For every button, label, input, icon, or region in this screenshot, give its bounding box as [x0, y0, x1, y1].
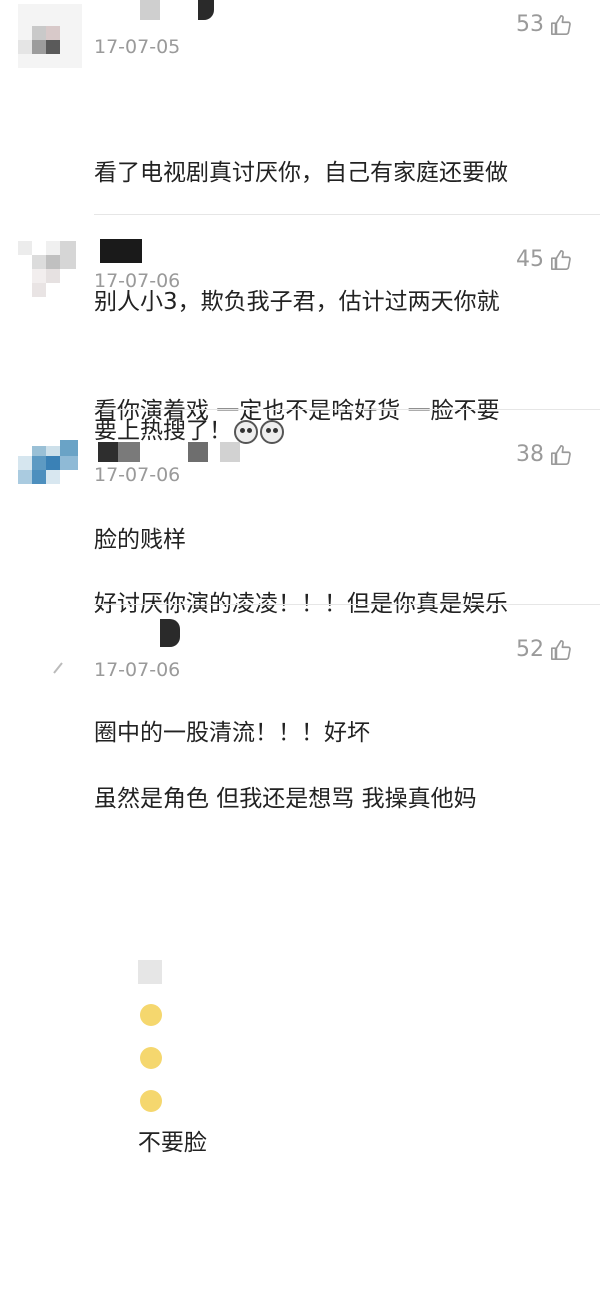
comment-text-line: 虽然是角色 但我还是想骂 我操真他妈 — [94, 786, 477, 812]
like-count: 45 — [516, 247, 544, 272]
like-button[interactable]: 53 — [516, 12, 572, 37]
emoji-icon — [139, 1046, 162, 1069]
username-redacted[interactable] — [98, 442, 118, 462]
comment-item: 17-07-06 38 好讨厌你演的凌凌！！！但是你真是娱乐 圈中的一股清流！！… — [0, 410, 600, 746]
comment-date: 17-07-06 — [94, 270, 181, 292]
comment-item: 17-07-06 45 看你演着戏 一定也不是啥好货 一脸不要 脸的贱样 — [0, 215, 600, 553]
thumbs-up-icon — [550, 444, 572, 466]
like-count: 38 — [516, 442, 544, 467]
username-redacted-part — [220, 442, 240, 462]
like-button[interactable]: 45 — [516, 247, 572, 272]
user-avatar[interactable] — [18, 434, 82, 498]
thumbs-up-icon — [550, 14, 572, 36]
like-count: 53 — [516, 12, 544, 37]
like-button[interactable]: 52 — [516, 637, 572, 662]
thumbs-up-icon — [550, 639, 572, 661]
comment-text-line: 看了电视剧真讨厌你，自己有家庭还要做 — [94, 160, 508, 186]
comment-date: 17-07-06 — [94, 464, 181, 486]
user-avatar[interactable] — [18, 241, 82, 305]
comment-date: 17-07-06 — [94, 659, 181, 681]
username-redacted[interactable] — [140, 0, 160, 20]
like-count: 52 — [516, 637, 544, 662]
comment-text: 虽然是角色 但我还是想骂 我操真他妈 不要脸 — [94, 692, 584, 1294]
user-avatar[interactable] — [18, 639, 82, 703]
like-button[interactable]: 38 — [516, 442, 572, 467]
user-avatar[interactable] — [18, 4, 82, 68]
avatar-sketch-icon — [53, 662, 63, 674]
comment-item: 17-07-06 52 虽然是角色 但我还是想骂 我操真他妈 不要脸 — [0, 605, 600, 1156]
thumbs-up-icon — [550, 249, 572, 271]
username-redacted[interactable] — [100, 239, 142, 263]
comment-date: 17-07-05 — [94, 36, 181, 58]
emoji-icon — [139, 1089, 162, 1112]
emoji-icon — [139, 1003, 162, 1026]
comment-item: 17-07-05 53 看了电视剧真讨厌你，自己有家庭还要做 别人小3，欺负我子… — [0, 0, 600, 444]
partial-glyph — [137, 959, 162, 984]
comment-text-line-partial: 不要脸 — [94, 907, 584, 1208]
username-redacted-part — [188, 442, 208, 462]
username-redacted[interactable] — [160, 619, 180, 647]
username-redacted-part — [118, 442, 140, 462]
username-redacted-part — [198, 0, 214, 20]
comment-text-segment: 不要脸 — [137, 1130, 207, 1156]
